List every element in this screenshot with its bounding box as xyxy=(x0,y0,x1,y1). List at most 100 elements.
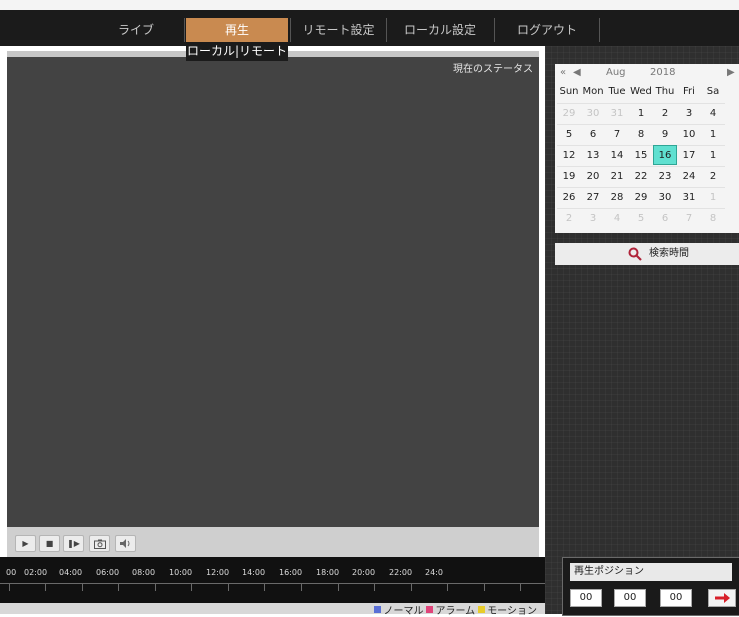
weekday-header: Wed xyxy=(630,86,652,97)
playback-submenu[interactable]: ローカル|リモート xyxy=(186,42,288,61)
speaker-icon xyxy=(120,539,130,548)
timeline-label: 08:00 xyxy=(132,568,156,577)
calendar-day[interactable]: 12 xyxy=(557,145,581,166)
alarm-swatch xyxy=(426,606,434,613)
prev-year-icon[interactable]: « xyxy=(560,67,566,78)
playback-position-panel: 再生ポジション 00 00 00 xyxy=(562,557,739,616)
calendar-day[interactable]: 6 xyxy=(653,208,677,229)
calendar-day[interactable]: 22 xyxy=(629,166,653,187)
calendar-day[interactable]: 2 xyxy=(557,208,581,229)
video-area[interactable]: 現在のステータス xyxy=(7,57,539,527)
calendar-day[interactable]: 1 xyxy=(701,187,725,208)
calendar-day[interactable]: 31 xyxy=(677,187,701,208)
timeline-tick xyxy=(520,584,521,591)
calendar-day[interactable]: 6 xyxy=(581,124,605,145)
play-button[interactable]: ▶ xyxy=(15,535,36,552)
position-hours-field[interactable]: 00 xyxy=(570,589,602,607)
calendar-day[interactable]: 1 xyxy=(629,103,653,124)
calendar-day[interactable]: 2 xyxy=(653,103,677,124)
calendar-header: « ◀ Aug 2018 ▶ xyxy=(555,64,739,82)
playback-position-label: 再生ポジション xyxy=(570,563,732,581)
position-seconds-field[interactable]: 00 xyxy=(660,589,692,607)
timeline-tick xyxy=(338,584,339,591)
calendar-day[interactable]: 31 xyxy=(605,103,629,124)
nav-playback[interactable]: 再生 xyxy=(186,18,288,42)
nav-remote-settings[interactable]: リモート設定 xyxy=(290,18,387,42)
calendar-day[interactable]: 28 xyxy=(605,187,629,208)
calendar-day[interactable]: 15 xyxy=(629,145,653,166)
legend-motion: モーション xyxy=(487,606,537,617)
timeline-tick xyxy=(264,584,265,591)
volume-button[interactable] xyxy=(115,535,136,552)
timeline-tick xyxy=(374,584,375,591)
calendar-day[interactable]: 5 xyxy=(557,124,581,145)
timeline-label: 18:00 xyxy=(316,568,340,577)
calendar-day[interactable]: 24 xyxy=(677,166,701,187)
calendar-day[interactable]: 5 xyxy=(629,208,653,229)
calendar-day[interactable]: 17 xyxy=(677,145,701,166)
timeline-label: 20:00 xyxy=(352,568,376,577)
go-position-button[interactable] xyxy=(708,589,736,607)
nav-live[interactable]: ライブ xyxy=(88,18,185,42)
calendar-year: 2018 xyxy=(650,67,676,78)
timeline-tick xyxy=(118,584,119,591)
calendar-day[interactable]: 30 xyxy=(653,187,677,208)
timeline-tick xyxy=(9,584,10,591)
calendar-day[interactable]: 8 xyxy=(629,124,653,145)
calendar-day-selected[interactable]: 16 xyxy=(653,145,677,165)
search-time-button[interactable]: 検索時間 xyxy=(555,243,739,265)
calendar-day[interactable]: 13 xyxy=(581,145,605,166)
timeline-label: 00 xyxy=(6,568,17,577)
search-icon xyxy=(628,247,642,261)
timeline-tick xyxy=(411,584,412,591)
weekday-header: Sa xyxy=(706,86,720,97)
calendar-day[interactable]: 30 xyxy=(581,103,605,124)
stop-button[interactable]: ■ xyxy=(39,535,60,552)
calendar-day[interactable]: 8 xyxy=(701,208,725,229)
calendar-day[interactable]: 1 xyxy=(701,145,725,166)
current-status: 現在のステータス xyxy=(453,64,533,75)
timeline-tick xyxy=(484,584,485,591)
calendar-day[interactable]: 21 xyxy=(605,166,629,187)
prev-month-icon[interactable]: ◀ xyxy=(573,67,581,78)
calendar-day[interactable]: 29 xyxy=(557,103,581,124)
top-strip xyxy=(0,0,739,10)
motion-swatch xyxy=(478,606,486,613)
calendar-day[interactable]: 3 xyxy=(677,103,701,124)
calendar-day[interactable]: 29 xyxy=(629,187,653,208)
timeline-tick xyxy=(447,584,448,591)
calendar-day[interactable]: 7 xyxy=(677,208,701,229)
calendar-day[interactable]: 14 xyxy=(605,145,629,166)
step-button[interactable]: ❚▶ xyxy=(63,535,84,552)
calendar-day[interactable]: 20 xyxy=(581,166,605,187)
calendar-day[interactable]: 4 xyxy=(605,208,629,229)
nav-logout[interactable]: ログアウト xyxy=(495,18,600,42)
calendar-day[interactable]: 10 xyxy=(677,124,701,145)
calendar-day[interactable]: 19 xyxy=(557,166,581,187)
timeline-label: 02:00 xyxy=(24,568,48,577)
nav-local-settings[interactable]: ローカル設定 xyxy=(386,18,495,42)
next-month-icon[interactable]: ▶ xyxy=(727,67,735,78)
calendar-day[interactable]: 23 xyxy=(653,166,677,187)
calendar-day[interactable]: 26 xyxy=(557,187,581,208)
calendar-day[interactable]: 4 xyxy=(701,103,725,124)
snapshot-button[interactable] xyxy=(89,535,110,552)
legend-alarm: アラーム xyxy=(435,606,476,617)
timeline-label: 04:00 xyxy=(59,568,83,577)
calendar-day[interactable]: 27 xyxy=(581,187,605,208)
calendar-day[interactable]: 9 xyxy=(653,124,677,145)
weekday-header: Sun xyxy=(559,86,579,97)
legend: ノーマル アラーム モーション xyxy=(371,602,537,617)
calendar-day[interactable]: 7 xyxy=(605,124,629,145)
timeline-label: 06:00 xyxy=(96,568,120,577)
calendar-day[interactable]: 3 xyxy=(581,208,605,229)
search-time-label: 検索時間 xyxy=(649,248,689,259)
calendar-day[interactable]: 2 xyxy=(701,166,725,187)
timeline-label: 14:00 xyxy=(242,568,266,577)
timeline[interactable]: 00 02:00 04:00 06:00 08:00 10:00 12:00 1… xyxy=(0,557,545,603)
timeline-label: 24:0 xyxy=(425,568,443,577)
calendar-day[interactable]: 1 xyxy=(701,124,725,145)
position-minutes-field[interactable]: 00 xyxy=(614,589,646,607)
timeline-tick xyxy=(45,584,46,591)
weekday-header: Thu xyxy=(655,86,675,97)
